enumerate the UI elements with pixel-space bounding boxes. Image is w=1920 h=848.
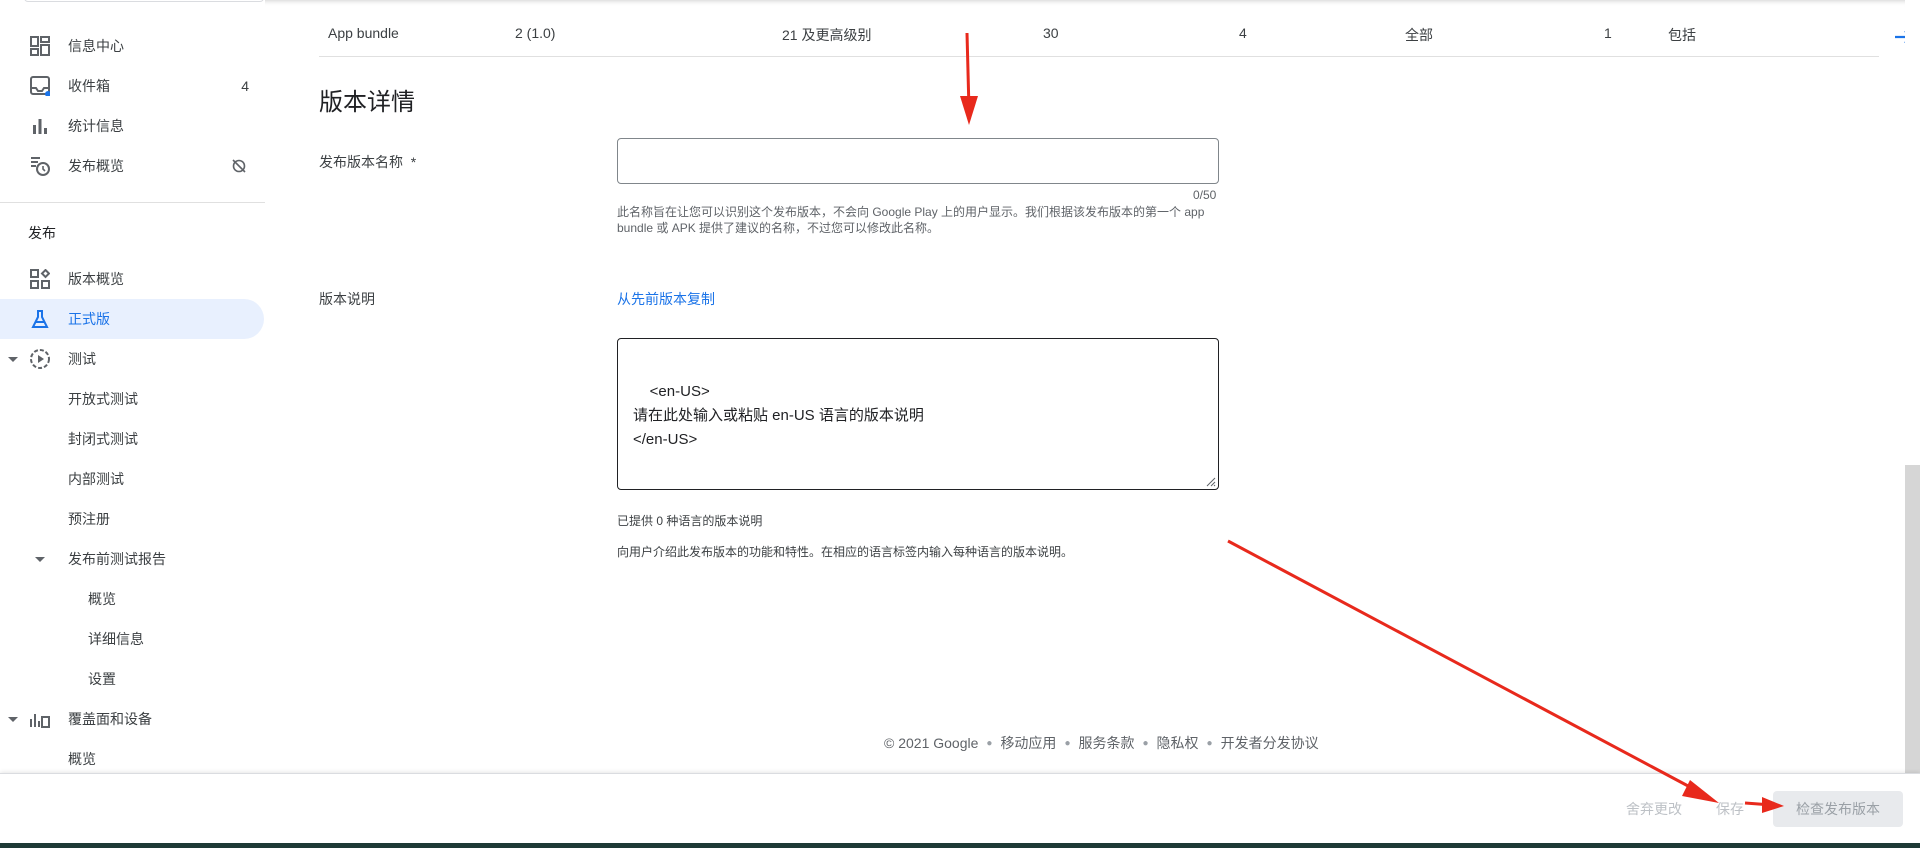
sidebar-item-reach-overview[interactable]: 概览 <box>0 739 265 773</box>
notes-language-count: 已提供 0 种语言的版本说明 <box>617 514 763 528</box>
sidebar-item-production[interactable]: 正式版 <box>0 299 264 339</box>
sidebar-item-label: 统计信息 <box>68 118 124 134</box>
sidebar-item-pre-registration[interactable]: 预注册 <box>0 499 265 539</box>
publishing-overview-icon <box>29 155 51 177</box>
sidebar-item-statistics[interactable]: 统计信息 <box>0 106 265 146</box>
cell-screen-layouts: 4 <box>1239 25 1247 41</box>
sidebar-item-reach-devices[interactable]: 覆盖面和设备 <box>0 699 265 739</box>
arrow-forward-icon[interactable] <box>1894 25 1905 51</box>
sidebar-item-closed-testing[interactable]: 封闭式测试 <box>0 419 265 459</box>
release-name-label: 发布版本名称 * <box>319 152 416 172</box>
sidebar-search-edge <box>24 0 264 2</box>
sidebar-item-label: 测试 <box>68 351 96 367</box>
sidebar-item-label: 内部测试 <box>68 471 124 487</box>
character-counter: 0/50 <box>1193 188 1217 202</box>
sidebar-item-internal-testing[interactable]: 内部测试 <box>0 459 265 499</box>
release-name-input[interactable] <box>617 138 1219 184</box>
release-name-label-text: 发布版本名称 <box>319 154 403 170</box>
expand-arrow-icon[interactable] <box>8 356 18 362</box>
release-notes-label: 版本说明 <box>319 291 375 307</box>
discard-changes-button[interactable]: 舍弃更改 <box>1626 799 1682 819</box>
expand-arrow-icon[interactable] <box>8 716 18 722</box>
scrollbar-thumb[interactable] <box>1905 465 1920 773</box>
sidebar-item-label: 正式版 <box>68 311 110 327</box>
cell-status: 包括 <box>1668 27 1696 43</box>
production-icon <box>29 308 51 330</box>
sidebar-item-label: 预注册 <box>68 511 110 527</box>
sidebar-item-label: 发布概览 <box>68 158 124 174</box>
sidebar-item-label: 开放式测试 <box>68 391 138 407</box>
sidebar-item-label: 详细信息 <box>88 631 144 647</box>
sidebar-item-report-details[interactable]: 详细信息 <box>0 619 265 659</box>
footer-link-mobile-app[interactable]: 移动应用 <box>1000 733 1056 753</box>
cell-version: 2 (1.0) <box>515 25 556 41</box>
sidebar-section-release: 发布 <box>28 225 56 241</box>
section-title: 版本详情 <box>319 89 415 116</box>
review-release-button[interactable]: 检查发布版本 <box>1773 791 1903 827</box>
cell-target-sdk: 30 <box>1043 25 1059 41</box>
sticky-header-shadow <box>265 0 1905 16</box>
sidebar-divider <box>0 202 265 203</box>
sidebar-item-pre-launch-report[interactable]: 发布前测试报告 <box>0 539 265 579</box>
reach-devices-icon <box>29 708 51 730</box>
notes-helper: 向用户介绍此发布版本的功能和特性。在相应的语言标签内输入每种语言的版本说明。 <box>617 545 1074 559</box>
main-content: App bundle 2 (1.0) 21 及更高级别 30 4 全部 1 包括… <box>265 0 1905 773</box>
sidebar-item-label: 概览 <box>88 591 116 607</box>
resize-handle-icon[interactable] <box>1204 475 1216 487</box>
separator-dot: ● <box>1064 737 1071 749</box>
sidebar-item-testing[interactable]: 测试 <box>0 339 265 379</box>
cell-type: App bundle <box>328 25 399 41</box>
footer-link-terms[interactable]: 服务条款 <box>1078 733 1134 753</box>
page-footer: © 2021 Google ● 移动应用 ● 服务条款 ● 隐私权 ● 开发者分… <box>884 733 1319 753</box>
sidebar-item-label: 版本概览 <box>68 271 124 287</box>
sidebar-item-label: 信息中心 <box>68 38 124 54</box>
cell-abis: 全部 <box>1405 27 1433 43</box>
sidebar-item-label: 覆盖面和设备 <box>68 711 152 727</box>
sidebar-item-label: 收件箱 <box>68 78 110 94</box>
os-taskbar-edge <box>0 843 1920 848</box>
sidebar-item-report-overview[interactable]: 概览 <box>0 579 265 619</box>
sidebar-item-publishing-overview[interactable]: 发布概览 <box>0 146 265 186</box>
sidebar-item-report-settings[interactable]: 设置 <box>0 659 265 699</box>
copy-from-previous-link[interactable]: 从先前版本复制 <box>617 289 715 309</box>
sidebar-item-dashboard[interactable]: 信息中心 <box>0 26 265 66</box>
release-notes-text: <en-US> 请在此处输入或粘贴 en-US 语言的版本说明 </en-US> <box>633 383 924 448</box>
release-overview-icon <box>29 268 51 290</box>
expand-arrow-icon[interactable] <box>35 556 45 562</box>
sidebar-item-label: 概览 <box>68 751 96 767</box>
sidebar-item-open-testing[interactable]: 开放式测试 <box>0 379 265 419</box>
dashboard-icon <box>29 35 51 57</box>
release-name-helper: 此名称旨在让您可以识别这个发布版本，不会向 Google Play 上的用户显示… <box>617 205 1205 235</box>
separator-dot: ● <box>1206 737 1213 749</box>
footer-link-privacy[interactable]: 隐私权 <box>1157 733 1199 753</box>
copyright: © 2021 Google <box>884 735 979 751</box>
sidebar-item-inbox[interactable]: 收件箱 4 <box>0 66 265 106</box>
separator-dot: ● <box>986 737 993 749</box>
sidebar-item-label: 封闭式测试 <box>68 431 138 447</box>
release-notes-textarea[interactable]: <en-US> 请在此处输入或粘贴 en-US 语言的版本说明 </en-US> <box>617 338 1219 490</box>
cell-api-level: 21 及更高级别 <box>782 27 872 43</box>
bottom-action-bar: 舍弃更改 保存 检查发布版本 <box>0 773 1920 843</box>
required-mark: * <box>410 154 417 170</box>
bar-chart-icon <box>29 115 51 137</box>
sidebar-item-label: 设置 <box>88 671 116 687</box>
sidebar-item-label: 发布前测试报告 <box>68 551 166 567</box>
separator-dot: ● <box>1142 737 1149 749</box>
table-row: App bundle 2 (1.0) 21 及更高级别 30 4 全部 1 包括 <box>319 15 1905 57</box>
sidebar-item-release-overview[interactable]: 版本概览 <box>0 259 265 299</box>
save-button[interactable]: 保存 <box>1716 799 1744 819</box>
footer-link-distribution-agreement[interactable]: 开发者分发协议 <box>1221 733 1319 753</box>
inbox-count: 4 <box>241 78 249 94</box>
testing-icon <box>29 348 51 370</box>
cell-features: 1 <box>1604 25 1612 41</box>
inbox-icon <box>29 75 51 97</box>
sync-off-icon[interactable] <box>231 158 247 177</box>
sidebar: 信息中心 收件箱 4 统计信息 发布概览 发布 版本概览 正式版 测试 开放式测… <box>0 0 265 773</box>
